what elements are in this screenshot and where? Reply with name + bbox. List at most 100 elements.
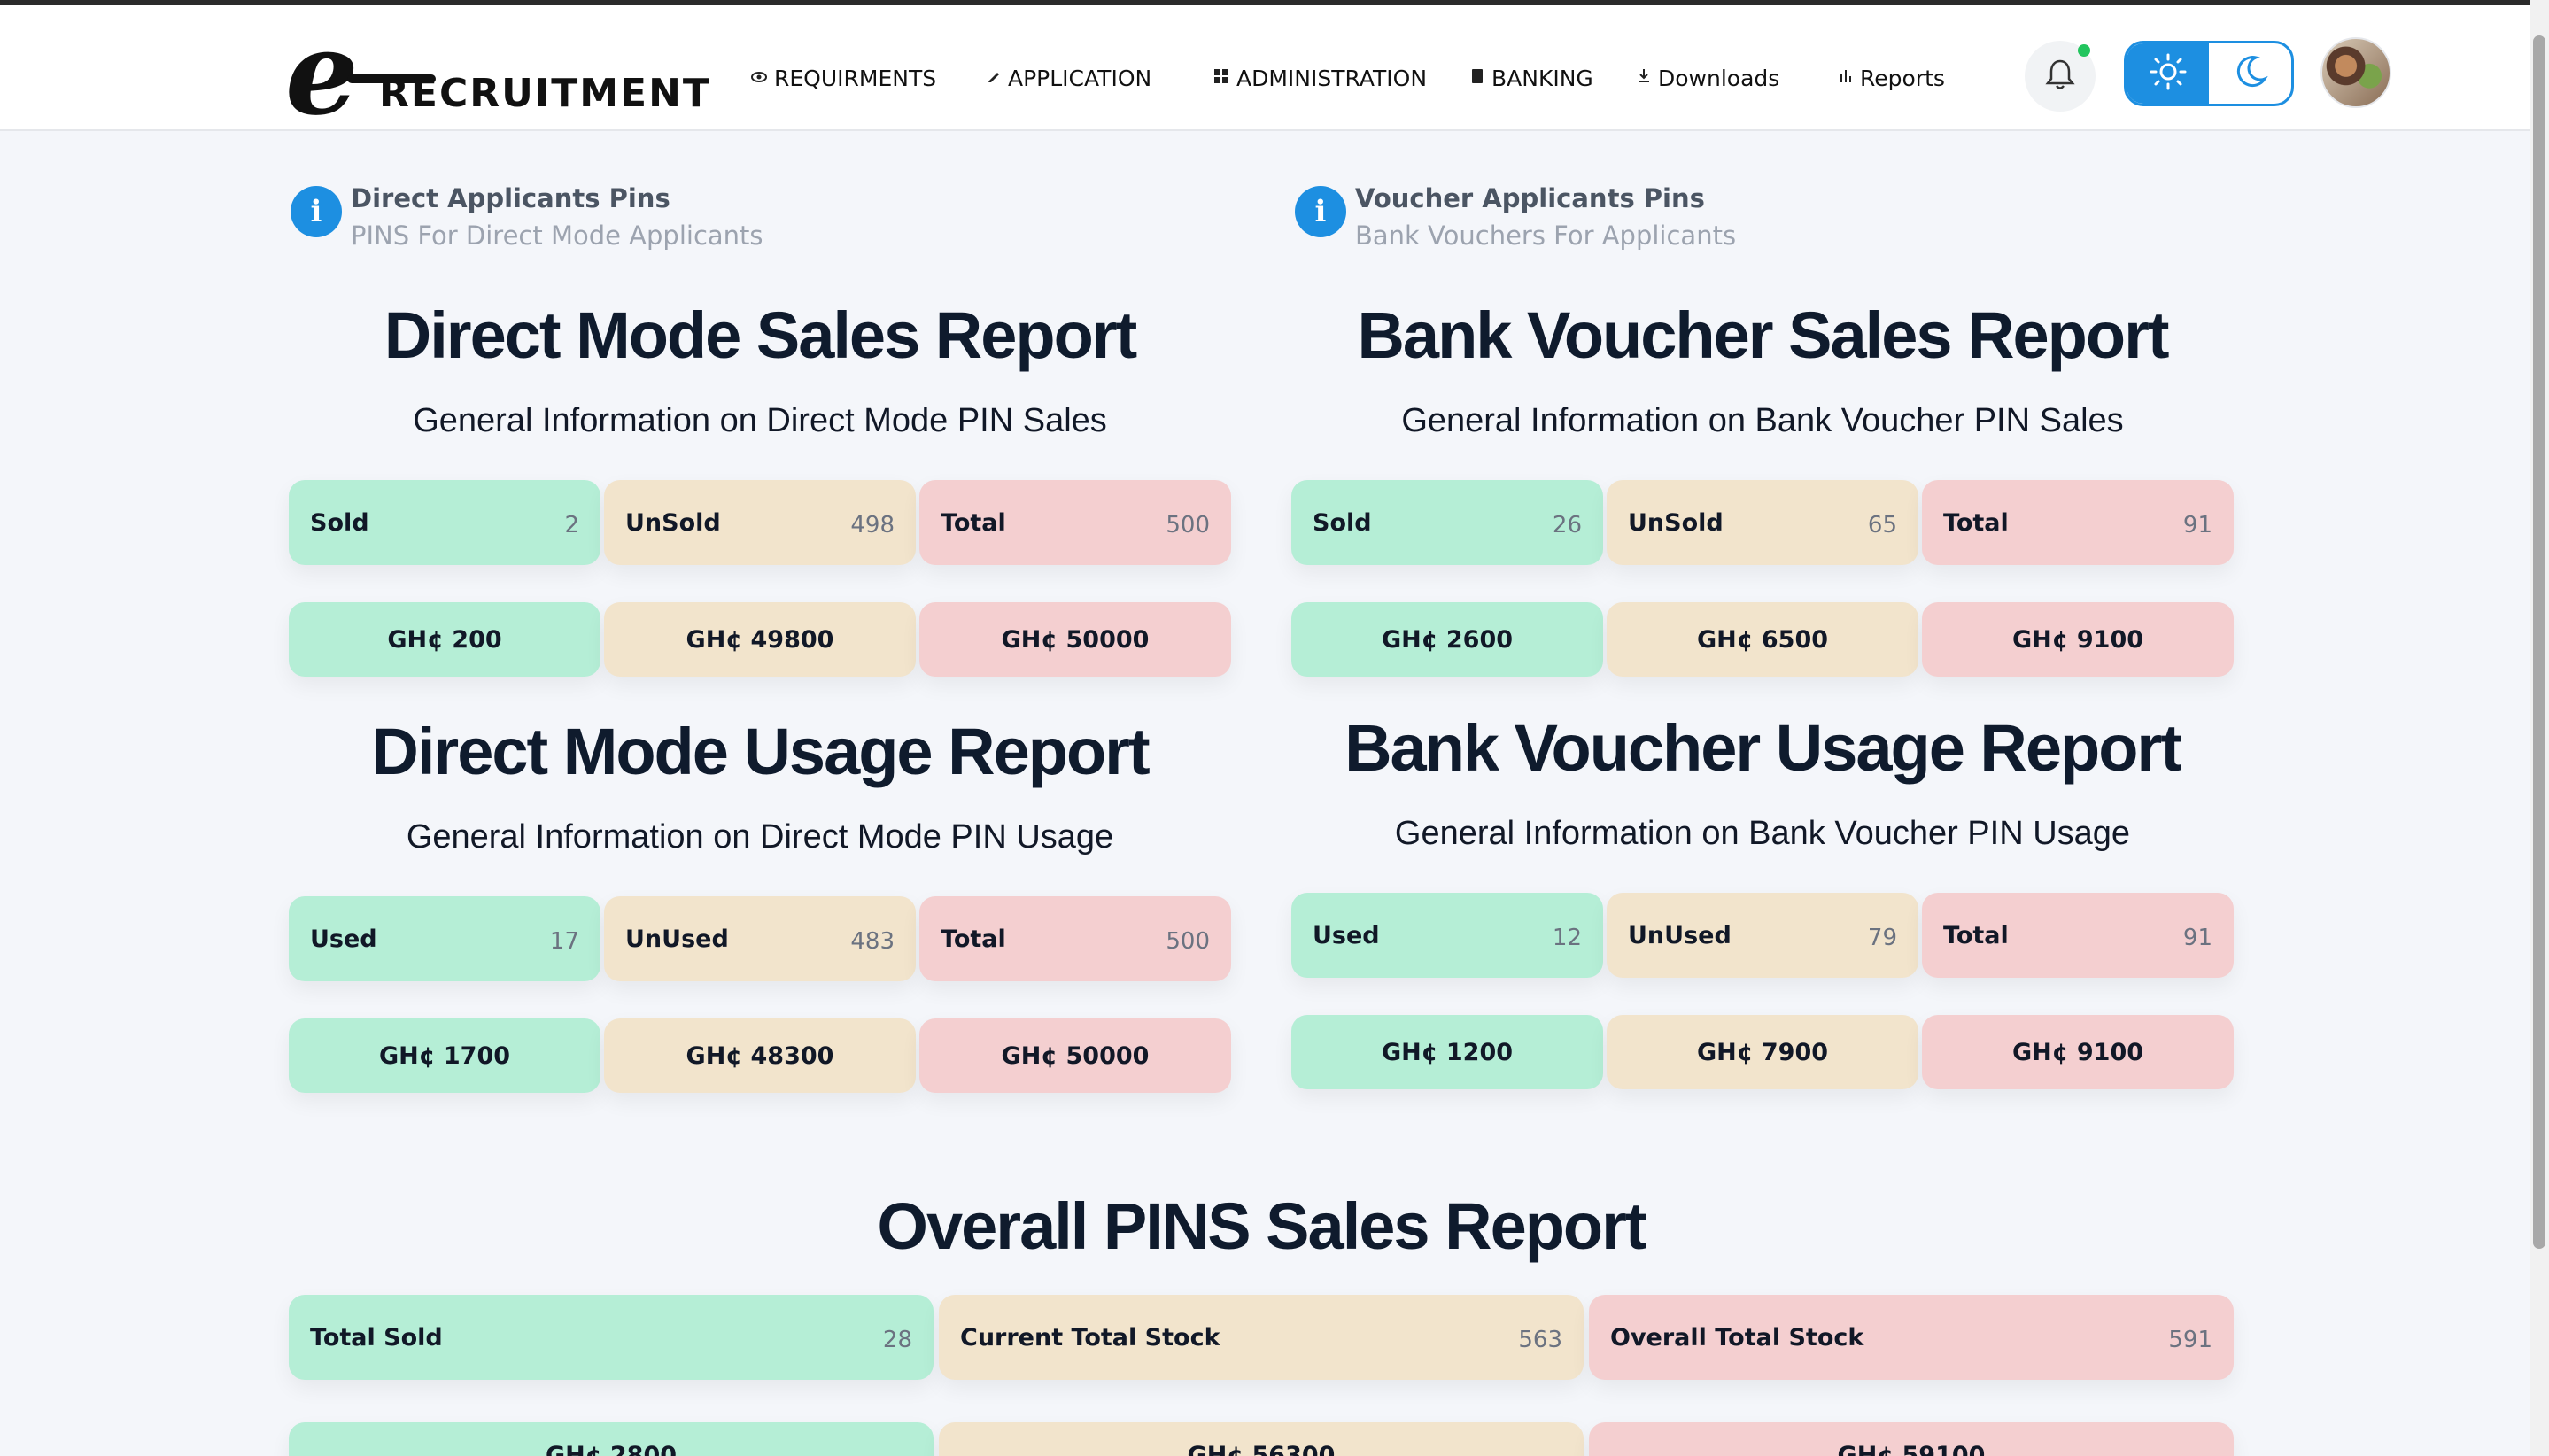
card-value: 591 xyxy=(2168,1327,2212,1353)
card-value: 65 xyxy=(1867,512,1897,538)
voucher-unused-amount: GH¢ 7900 xyxy=(1607,1015,1918,1089)
card-label: Sold xyxy=(310,508,369,537)
notifications-button[interactable] xyxy=(2025,41,2096,112)
voucher-info-title: Voucher Applicants Pins xyxy=(1355,183,1705,213)
card-label: Total xyxy=(1943,508,2009,537)
card-label: UnSold xyxy=(625,508,721,537)
card-value: 17 xyxy=(549,928,579,955)
direct-total-card: Total 500 xyxy=(919,480,1231,565)
card-label: Overall Total Stock xyxy=(1610,1323,1864,1351)
overall-stock-amount: GH¢ 59100 xyxy=(1589,1422,2234,1456)
voucher-sales-title: Bank Voucher Sales Report xyxy=(1357,298,2169,372)
card-label: Total Sold xyxy=(310,1323,443,1351)
direct-unused-amount: GH¢ 48300 xyxy=(604,1018,916,1093)
voucher-total-amount: GH¢ 9100 xyxy=(1922,602,2234,677)
card-label: Total xyxy=(941,925,1006,953)
nav-reports[interactable]: Reports xyxy=(1839,60,1945,96)
light-mode-button[interactable] xyxy=(2127,43,2209,104)
voucher-used-amount: GH¢ 1200 xyxy=(1291,1015,1603,1089)
voucher-sold-card: Sold 26 xyxy=(1291,480,1603,565)
voucher-sold-amount: GH¢ 2600 xyxy=(1291,602,1603,677)
overall-stock-card: Overall Total Stock 591 xyxy=(1589,1295,2234,1380)
moon-icon xyxy=(2231,52,2270,95)
download-icon xyxy=(1637,68,1651,88)
direct-applicants-info: i Direct Applicants Pins PINS For Direct… xyxy=(291,181,763,255)
card-value: 498 xyxy=(850,512,895,538)
card-value: 26 xyxy=(1552,512,1582,538)
voucher-total-card: Total 91 xyxy=(1922,480,2234,565)
card-label: Total xyxy=(941,508,1006,537)
card-label: UnUsed xyxy=(1628,921,1732,949)
nav-application[interactable]: APPLICATION xyxy=(987,60,1151,96)
eye-icon xyxy=(751,70,767,87)
user-avatar[interactable] xyxy=(2320,37,2391,108)
card-label: Sold xyxy=(1313,508,1372,537)
current-stock-card: Current Total Stock 563 xyxy=(939,1295,1584,1380)
info-icon: i xyxy=(1295,186,1346,237)
nav-downloads[interactable]: Downloads xyxy=(1637,60,1779,96)
nav-application-label: APPLICATION xyxy=(1008,65,1152,91)
card-label: Used xyxy=(310,925,377,953)
card-value: 91 xyxy=(2182,512,2212,538)
direct-unsold-amount: GH¢ 49800 xyxy=(604,602,916,677)
nav-banking-label: BANKING xyxy=(1491,65,1593,91)
direct-usage-total-card: Total 500 xyxy=(919,896,1231,981)
nav-administration[interactable]: ADMINISTRATION xyxy=(1213,60,1427,96)
voucher-usage-total-amount: GH¢ 9100 xyxy=(1922,1015,2234,1089)
page-scrollbar[interactable] xyxy=(2530,0,2549,1456)
direct-info-title: Direct Applicants Pins xyxy=(351,183,670,213)
card-value: 563 xyxy=(1518,1327,1562,1353)
nav-banking[interactable]: BANKING xyxy=(1470,60,1593,96)
theme-toggle[interactable] xyxy=(2124,41,2294,106)
nav-downloads-label: Downloads xyxy=(1658,65,1780,91)
direct-unused-card: UnUsed 483 xyxy=(604,896,916,981)
direct-usage-total-amount: GH¢ 50000 xyxy=(919,1018,1231,1093)
direct-sold-amount: GH¢ 200 xyxy=(289,602,600,677)
info-icon: i xyxy=(291,186,342,237)
direct-total-amount: GH¢ 50000 xyxy=(919,602,1231,677)
grid-icon xyxy=(1213,68,1229,88)
card-label: Total xyxy=(1943,921,2009,949)
nav-requirements[interactable]: REQUIRMENTS xyxy=(751,60,936,96)
card-value: 12 xyxy=(1552,925,1582,951)
card-label: Current Total Stock xyxy=(960,1323,1220,1351)
card-label: UnUsed xyxy=(625,925,729,953)
card-value: 500 xyxy=(1166,928,1210,955)
direct-usage-title: Direct Mode Usage Report xyxy=(371,715,1150,788)
direct-used-card: Used 17 xyxy=(289,896,600,981)
top-navbar: e RECRUITMENT REQUIRMENTS APPLICATION AD… xyxy=(0,5,2530,141)
direct-sold-card: Sold 2 xyxy=(289,480,600,565)
notification-dot xyxy=(2078,44,2090,57)
voucher-usage-title: Bank Voucher Usage Report xyxy=(1344,711,2182,785)
card-label: UnSold xyxy=(1628,508,1724,537)
card-value: 500 xyxy=(1166,512,1210,538)
logo-letter: e xyxy=(285,5,359,141)
card-value: 2 xyxy=(564,512,579,538)
scrollbar-thumb[interactable] xyxy=(2533,35,2545,1249)
nav-administration-label: ADMINISTRATION xyxy=(1236,65,1428,91)
bank-icon xyxy=(1470,67,1484,89)
dark-mode-button[interactable] xyxy=(2209,43,2291,104)
pencil-icon xyxy=(987,69,1001,87)
erecruitment-logo[interactable]: e RECRUITMENT xyxy=(285,5,728,141)
direct-unsold-card: UnSold 498 xyxy=(604,480,916,565)
bell-icon xyxy=(2045,58,2075,95)
voucher-unsold-card: UnSold 65 xyxy=(1607,480,1918,565)
card-value: 483 xyxy=(850,928,895,955)
direct-usage-subtitle: General Information on Direct Mode PIN U… xyxy=(406,818,1114,856)
direct-info-subtitle: PINS For Direct Mode Applicants xyxy=(351,221,763,251)
logo-word: RECRUITMENT xyxy=(379,71,711,116)
voucher-info-subtitle: Bank Vouchers For Applicants xyxy=(1355,221,1737,251)
current-stock-amount: GH¢ 56300 xyxy=(939,1422,1584,1456)
sun-icon xyxy=(2149,52,2188,95)
overall-sales-title: Overall PINS Sales Report xyxy=(877,1189,1646,1263)
nav-requirements-label: REQUIRMENTS xyxy=(774,65,937,91)
voucher-used-card: Used 12 xyxy=(1291,893,1603,978)
card-value: 28 xyxy=(882,1327,912,1353)
direct-sales-title: Direct Mode Sales Report xyxy=(384,298,1137,372)
voucher-unused-card: UnUsed 79 xyxy=(1607,893,1918,978)
voucher-unsold-amount: GH¢ 6500 xyxy=(1607,602,1918,677)
direct-sales-subtitle: General Information on Direct Mode PIN S… xyxy=(413,402,1107,439)
card-value: 91 xyxy=(2182,925,2212,951)
voucher-applicants-info: i Voucher Applicants Pins Bank Vouchers … xyxy=(1295,181,1736,255)
